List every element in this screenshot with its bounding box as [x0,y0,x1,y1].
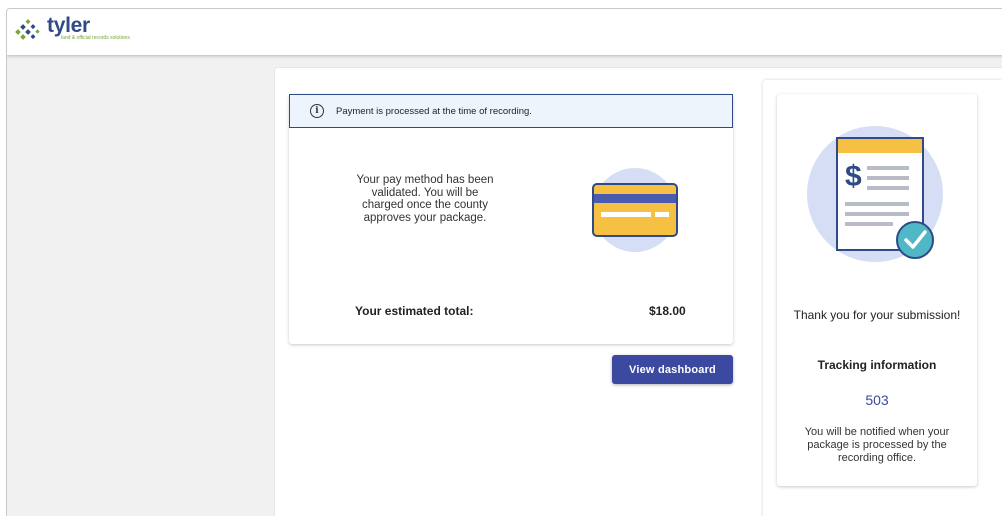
content-panel: i Payment is processed at the time of re… [275,68,1002,516]
tyler-logo-icon [15,19,40,40]
credit-card-illustration [587,168,683,263]
payment-card: i Payment is processed at the time of re… [289,94,733,344]
logo-text: tyler land & official records solutions [47,14,130,42]
submission-card: $ Thank you for your submission! Trackin… [777,94,977,486]
app-window: tyler land & official records solutions … [6,8,1002,516]
estimated-total-label: Your estimated total: [355,304,474,318]
payment-info-banner: i Payment is processed at the time of re… [289,94,733,128]
submission-panel: $ Thank you for your submission! Trackin… [763,80,1002,516]
pay-method-validated-text: Your pay method has been validated. You … [356,174,494,224]
credit-card-icon [592,168,678,252]
svg-text:$: $ [845,160,862,193]
tracking-info-label: Tracking information [817,358,937,372]
invoice-document-icon: $ [807,126,943,262]
thank-you-text: Thank you for your submission! [793,308,961,322]
check-circle-icon [896,221,934,259]
invoice-illustration: $ [807,124,947,269]
banner-text: Payment is processed at the time of reco… [336,105,532,117]
top-bar: tyler land & official records solutions [7,9,1002,55]
info-icon: i [310,104,324,118]
tyler-logo[interactable]: tyler land & official records solutions [13,15,130,49]
notification-text: You will be notified when your package i… [804,426,950,464]
tracking-number: 503 [865,392,889,408]
logo-tagline: land & official records solutions [61,35,130,41]
logo-word: tyler [47,14,90,37]
estimated-total-value: $18.00 [649,304,686,318]
view-dashboard-button[interactable]: View dashboard [612,355,733,384]
